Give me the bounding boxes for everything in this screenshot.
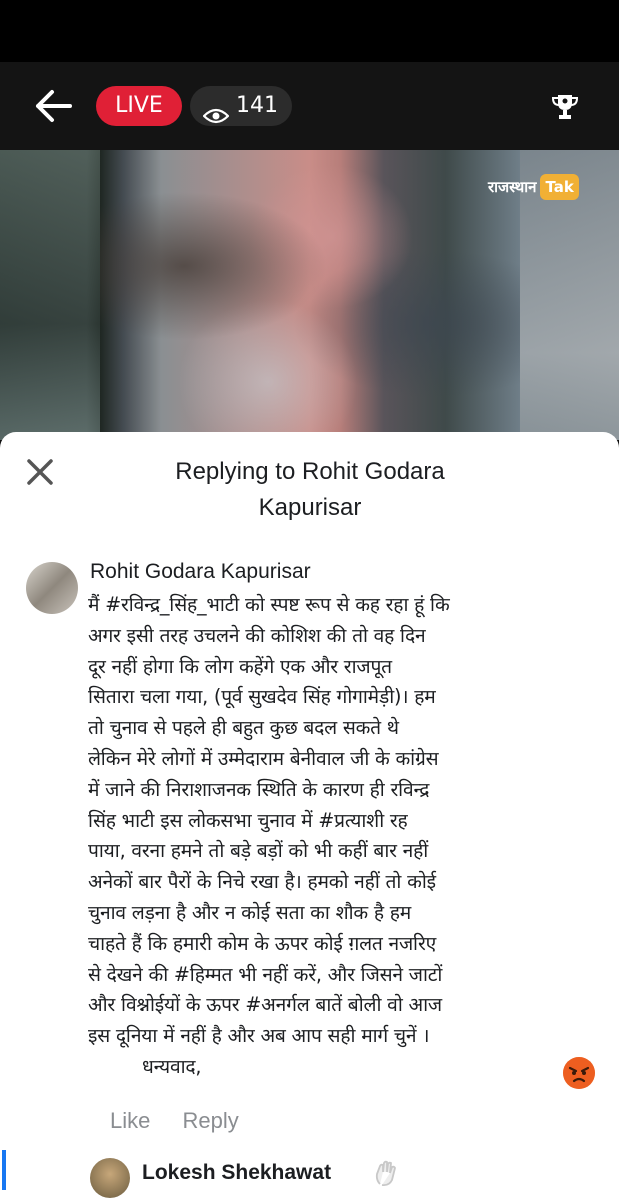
viewer-count: 141 bbox=[190, 86, 292, 126]
avatar[interactable] bbox=[26, 562, 78, 614]
video-blur-left bbox=[0, 150, 100, 440]
reply-sheet: Replying to Rohit Godara Kapurisar Rohit… bbox=[0, 432, 619, 1200]
comment-line: सितारा चला गया, (पूर्व सुखदेव सिंह गोगाम… bbox=[88, 685, 436, 709]
status-bar bbox=[0, 0, 619, 62]
live-header: LIVE 141 bbox=[0, 62, 619, 150]
comment-line: तो चुनाव से पहले ही बहुत कुछ बदल सकते थे bbox=[88, 716, 399, 740]
comment-actions: Like Reply bbox=[110, 1106, 265, 1136]
comment-line: सिंह भाटी इस लोकसभा चुनाव में #प्रत्याशी… bbox=[88, 808, 408, 832]
comment-line: इस दूनिया में नहीं है और अब आप सही मार्ग… bbox=[88, 1024, 430, 1048]
reply-title: Replying to Rohit Godara Kapurisar bbox=[90, 454, 530, 526]
comment-line: से देखने की #हिम्मत भी नहीं करें, और जिस… bbox=[88, 962, 443, 986]
back-arrow-icon[interactable] bbox=[34, 88, 74, 124]
comment-line: चुनाव लड़ना है और न कोई सता का शौक है हम bbox=[88, 900, 411, 924]
viewer-count-value: 141 bbox=[236, 93, 278, 118]
live-video[interactable]: राजस्थान Tak bbox=[0, 150, 619, 440]
watermark-text: राजस्थान bbox=[488, 178, 537, 196]
wave-hand-icon bbox=[372, 1160, 400, 1188]
comment-text: मैं #रविन्द्र_सिंह_भाटी को स्पष्ट रूप से… bbox=[88, 590, 558, 1083]
comment-line: अगर इसी तरह उचलने की कोशिश की तो वह दिन bbox=[88, 623, 426, 647]
comment-line: मैं #रविन्द्र_सिंह_भाटी को स्पष्ट रूप से… bbox=[88, 593, 450, 616]
comment-line: अनेकों बार पैरों के निचे रखा है। हमको नह… bbox=[88, 870, 436, 894]
comment-line: और विश्नोईयों के ऊपर #अनर्गल बातें बोली … bbox=[88, 993, 442, 1017]
comment-line: में जाने की निराशाजनक स्थिति के कारण ही … bbox=[88, 777, 430, 801]
comment-line: पाया, वरना हमने तो बड़े बड़ों को भी कहीं… bbox=[88, 839, 429, 863]
eye-icon bbox=[202, 98, 230, 124]
live-badge: LIVE bbox=[96, 86, 182, 126]
angry-emoji-reaction-icon[interactable] bbox=[562, 1056, 596, 1090]
reply-title-line2: Kapurisar bbox=[258, 494, 362, 521]
avatar[interactable] bbox=[90, 1158, 130, 1198]
trophy-icon[interactable] bbox=[550, 92, 580, 122]
like-button[interactable]: Like bbox=[110, 1108, 150, 1133]
close-icon[interactable] bbox=[24, 456, 56, 488]
channel-watermark: राजस्थान Tak bbox=[488, 174, 579, 200]
comment-line: दूर नहीं होगा कि लोग कहेंगे एक और राजपूत bbox=[88, 654, 392, 678]
watermark-badge: Tak bbox=[540, 174, 579, 200]
next-comment[interactable]: Lokesh Shekhawat bbox=[0, 1150, 619, 1200]
thread-indicator bbox=[2, 1150, 6, 1190]
reply-button[interactable]: Reply bbox=[182, 1108, 238, 1133]
comment-thanks: धन्यवाद, bbox=[142, 1054, 202, 1078]
comment-author[interactable]: Rohit Godara Kapurisar bbox=[90, 557, 311, 587]
reply-title-line1: Replying to Rohit Godara bbox=[175, 458, 445, 485]
comment-line: लेकिन मेरे लोगों में उम्मेदाराम बेनीवाल … bbox=[88, 746, 439, 770]
video-frame bbox=[100, 150, 520, 440]
comment-line: चाहते हैं कि हमारी कोम के ऊपर कोई ग़लत न… bbox=[88, 931, 437, 955]
next-comment-author[interactable]: Lokesh Shekhawat bbox=[142, 1158, 331, 1188]
